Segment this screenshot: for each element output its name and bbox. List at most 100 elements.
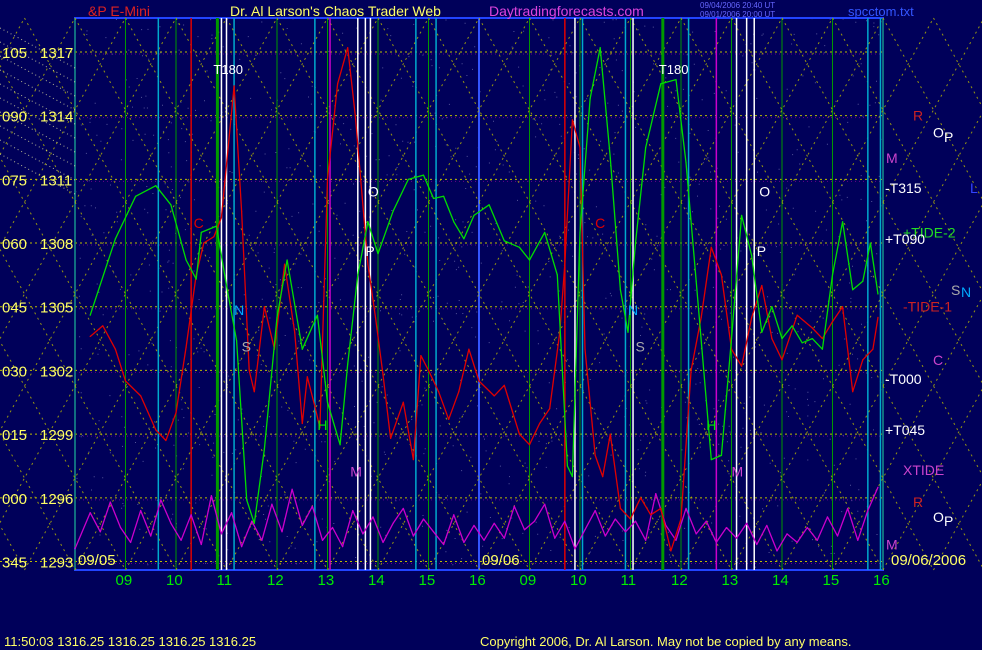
data-point-red: [458, 391, 460, 393]
data-point-green: [185, 259, 187, 261]
curve-letter: O: [759, 183, 770, 199]
data-point-green: [316, 314, 318, 316]
data-point-magenta: [523, 529, 526, 531]
lattice-line-down: [0, 248, 177, 571]
data-point-green: [326, 401, 329, 403]
data-point-magenta: [261, 539, 263, 541]
data-file-name: spcctom.txt: [848, 4, 914, 19]
site-link[interactable]: Daytradingforecasts.com: [489, 3, 644, 19]
data-point-green: [377, 253, 379, 255]
lattice-line-down: [731, 17, 982, 476]
data-point-green: [544, 231, 546, 234]
x-tick-label: 10: [570, 572, 587, 589]
curve-letter: P: [757, 243, 766, 259]
data-point-red: [503, 384, 505, 386]
data-point-red: [761, 284, 763, 287]
data-point-magenta: [392, 522, 394, 524]
curve-letter: H: [706, 417, 716, 433]
data-point-magenta: [352, 509, 354, 512]
data-point-magenta: [574, 548, 576, 550]
data-point-green: [422, 174, 425, 176]
data-point-green: [155, 185, 157, 187]
data-point-magenta: [493, 522, 495, 524]
data-point-magenta: [756, 543, 758, 546]
curve-letter: N: [628, 302, 638, 318]
data-point-magenta: [735, 537, 738, 539]
data-point-red: [213, 236, 215, 238]
data-point-magenta: [554, 537, 556, 539]
data-point-green: [771, 306, 773, 308]
data-point-green: [225, 284, 228, 287]
y-tick-degree: 030: [2, 363, 27, 380]
lattice-line-down: [0, 156, 227, 571]
data-point-green: [869, 242, 871, 244]
data-point-red: [326, 178, 329, 180]
right-label: N: [961, 284, 971, 300]
curve-letter: N: [234, 302, 244, 318]
data-point-magenta: [533, 520, 536, 522]
data-point-green: [518, 246, 521, 248]
data-point-red: [412, 459, 414, 461]
data-point-red: [283, 263, 286, 265]
data-point-red: [155, 429, 157, 431]
lattice-lines: [0, 17, 982, 571]
y-tick-price: 1308: [40, 236, 73, 253]
data-point-magenta: [584, 529, 586, 531]
data-point-red: [549, 408, 551, 410]
data-point-magenta: [443, 543, 445, 546]
data-point-red: [518, 433, 521, 435]
quote-line: 11:50:03 1316.25 1316.25 1316.25 1316.25: [4, 634, 256, 649]
data-point-magenta: [251, 520, 253, 522]
data-point-green: [114, 238, 116, 240]
data-point-red: [233, 85, 235, 87]
data-point-green: [571, 475, 574, 478]
data-point-red: [354, 115, 356, 117]
data-point-red: [571, 119, 574, 121]
x-tick-label: 12: [671, 572, 688, 589]
data-point-magenta: [796, 541, 798, 544]
data-point-red: [448, 418, 450, 420]
data-point-red: [420, 354, 422, 357]
data-point-red: [165, 439, 167, 442]
curve-letter: C: [194, 215, 204, 231]
right-label: R: [913, 108, 923, 124]
data-point-magenta: [372, 516, 374, 518]
data-point-green: [811, 337, 813, 340]
x-tick-label: 11: [621, 572, 637, 589]
data-point-magenta: [877, 486, 879, 488]
data-point-red: [528, 444, 531, 446]
data-point-magenta: [432, 531, 435, 533]
data-point-green: [801, 342, 803, 344]
data-point-green: [751, 255, 753, 257]
data-point-red: [124, 380, 127, 382]
data-point-red: [781, 359, 783, 361]
data-point-magenta: [241, 546, 243, 548]
data-point-red: [367, 263, 369, 265]
y-tick-degree: 045: [2, 300, 27, 317]
right-label: XTIDE: [903, 462, 944, 478]
data-point-red: [390, 437, 392, 439]
data-point-green: [339, 444, 341, 446]
data-point-red: [650, 514, 652, 516]
data-point-red: [253, 391, 255, 393]
data-point-red: [374, 316, 377, 318]
data-point-red: [862, 359, 864, 361]
right-label: M: [886, 537, 898, 553]
end-date-label: 09/06/2006: [891, 552, 966, 569]
data-point-green: [200, 231, 202, 234]
data-point-green: [685, 161, 687, 163]
data-point-red: [710, 246, 712, 248]
y-tick-price: 1311: [40, 172, 72, 189]
data-point-magenta: [109, 501, 111, 503]
data-point-magenta: [473, 524, 475, 527]
data-point-magenta: [685, 507, 687, 510]
data-point-magenta: [715, 541, 717, 544]
data-point-green: [634, 242, 637, 244]
data-point-green: [236, 340, 238, 342]
data-point-magenta: [786, 533, 788, 535]
data-point-magenta: [230, 512, 233, 514]
data-point-green: [781, 337, 783, 340]
right-label: -T000: [885, 371, 922, 387]
right-label: O: [933, 125, 944, 141]
y-tick-price: 1299: [40, 427, 73, 444]
